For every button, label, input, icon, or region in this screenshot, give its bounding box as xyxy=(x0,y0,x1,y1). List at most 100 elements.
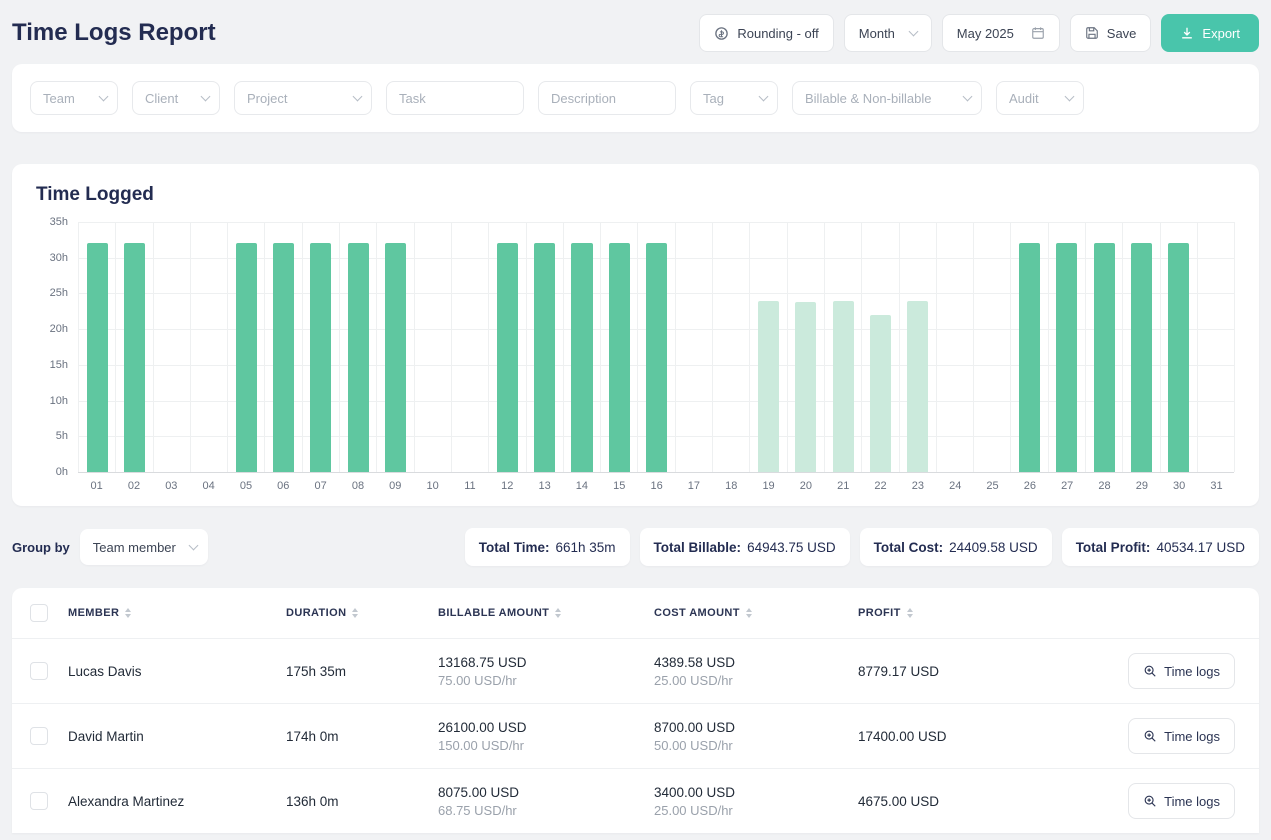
chart-y-labels: 35h 30h 25h 20h 15h 10h 5h 0h xyxy=(36,216,78,478)
time-logged-card: Time Logged 35h 30h 25h 20h 15h 10h 5h 0h 01 02 0… xyxy=(12,164,1259,506)
x-tick-label: 01 xyxy=(90,480,103,492)
rounding-icon xyxy=(714,26,729,41)
duration-header-label: DURATION xyxy=(286,607,347,619)
download-icon xyxy=(1180,26,1194,40)
chart-bar xyxy=(347,243,369,472)
date-picker[interactable]: May 2025 xyxy=(941,14,1060,52)
row-checkbox[interactable] xyxy=(30,662,48,680)
chart-column xyxy=(712,222,749,472)
chart-column xyxy=(1196,222,1234,472)
total-cost-label: Total Cost: xyxy=(873,539,944,555)
chart-column xyxy=(525,222,563,472)
project-filter-label: Project xyxy=(247,90,288,106)
period-label: Month xyxy=(858,25,895,41)
x-tick-label: 17 xyxy=(687,480,701,492)
chart-column xyxy=(973,222,1010,472)
chart-column xyxy=(898,222,936,472)
chart-bar xyxy=(907,300,929,472)
x-tick-label: 09 xyxy=(389,480,402,492)
sort-icon[interactable] xyxy=(555,608,562,619)
chart-bar xyxy=(1019,243,1041,472)
cost-amount: 8700.00 USD xyxy=(654,719,736,735)
x-tick-label: 27 xyxy=(1061,480,1074,492)
save-button[interactable]: Save xyxy=(1069,14,1152,52)
chart-column xyxy=(227,222,264,472)
billable-amount: 26100.00 USD xyxy=(438,719,527,735)
team-filter[interactable]: Team xyxy=(30,81,118,115)
row-checkbox[interactable] xyxy=(30,792,48,810)
chart-column xyxy=(674,222,712,472)
chart-column xyxy=(1159,222,1197,472)
total-billable-value: 64943.75 USD xyxy=(747,539,836,555)
sort-icon[interactable] xyxy=(906,608,913,619)
x-tick-label: 28 xyxy=(1098,480,1111,492)
x-tick-label: 13 xyxy=(538,480,551,492)
chevron-down-icon xyxy=(188,540,199,550)
save-icon xyxy=(1085,26,1099,40)
chart-column xyxy=(935,222,973,472)
x-tick-label: 08 xyxy=(351,480,365,492)
select-all-checkbox[interactable] xyxy=(30,604,48,622)
member-column-header[interactable]: MEMBER xyxy=(60,588,278,639)
save-label: Save xyxy=(1106,25,1137,41)
group-by-select[interactable]: Team member xyxy=(79,529,208,565)
x-tick-label: 25 xyxy=(986,480,999,492)
x-tick-label: 29 xyxy=(1135,480,1148,492)
chart-bar xyxy=(757,300,780,472)
chart-column xyxy=(78,222,115,472)
client-filter-label: Client xyxy=(145,90,179,106)
audit-filter[interactable]: Audit xyxy=(996,81,1084,115)
client-filter[interactable]: Client xyxy=(132,81,220,115)
x-tick-label: 11 xyxy=(464,480,476,492)
totals: Total Time: 661h 35m Total Billable: 649… xyxy=(464,528,1259,566)
sort-icon[interactable] xyxy=(352,608,359,619)
project-filter[interactable]: Project xyxy=(234,81,372,115)
chart-bar xyxy=(273,243,295,472)
group-by-value: Team member xyxy=(92,539,176,555)
member-name: Alexandra Martinez xyxy=(68,793,185,809)
x-tick-label: 05 xyxy=(239,480,253,492)
export-label: Export xyxy=(1202,25,1240,41)
chart-column xyxy=(488,222,525,472)
billable-column-header[interactable]: BILLABLE AMOUNT xyxy=(430,588,646,639)
rounding-button[interactable]: Rounding - off xyxy=(699,14,834,52)
sort-icon[interactable] xyxy=(745,608,752,619)
page-title: Time Logs Report xyxy=(12,19,216,46)
description-input[interactable] xyxy=(538,81,676,115)
duration-column-header[interactable]: DURATION xyxy=(278,588,430,639)
table-row: Alexandra Martinez 136h 0m 8075.00 USD 68.7… xyxy=(12,768,1259,833)
chart-bar xyxy=(795,302,817,472)
chart-bar xyxy=(123,243,145,472)
time-logs-button[interactable]: Time logs xyxy=(1128,718,1235,754)
time-logs-button[interactable]: Time logs xyxy=(1128,653,1235,689)
chart-x-labels: 01 02 03 04 05 06 07 08 09 10 11 12 13 14 15 16 17 18 19 20… xyxy=(78,472,1235,492)
chart-column xyxy=(861,222,898,472)
tag-filter[interactable]: Tag xyxy=(690,81,778,115)
y-tick-label: 20h xyxy=(49,323,68,336)
x-tick-label: 15 xyxy=(613,480,626,492)
export-button[interactable]: Export xyxy=(1161,14,1259,52)
time-logs-label: Time logs xyxy=(1164,728,1220,744)
billable-filter[interactable]: Billable & Non-billable xyxy=(792,81,982,115)
total-cost-value: 24409.58 USD xyxy=(949,539,1038,555)
row-checkbox[interactable] xyxy=(30,727,48,745)
profit-column-header[interactable]: PROFIT xyxy=(850,588,1086,639)
chart-column xyxy=(562,222,600,472)
billable-rate: 150.00 USD/hr xyxy=(438,737,524,753)
x-tick-label: 22 xyxy=(874,480,887,492)
chart-bar xyxy=(496,243,518,472)
sort-icon[interactable] xyxy=(125,608,132,619)
total-billable-stat: Total Billable: 64943.75 USD xyxy=(639,528,850,566)
total-profit-stat: Total Profit: 40534.17 USD xyxy=(1061,528,1259,566)
x-tick-label: 18 xyxy=(725,480,738,492)
y-tick-label: 5h xyxy=(55,430,68,443)
chart-column xyxy=(301,222,339,472)
chart-column xyxy=(600,222,637,472)
task-input[interactable] xyxy=(386,81,524,115)
period-select[interactable]: Month xyxy=(843,14,932,52)
cost-column-header[interactable]: COST AMOUNT xyxy=(646,588,850,639)
duration-value: 175h 35m xyxy=(286,663,347,679)
time-logs-button[interactable]: Time logs xyxy=(1128,783,1235,819)
billable-rate: 75.00 USD/hr xyxy=(438,672,517,688)
table-row: Lucas Davis 175h 35m 13168.75 USD 75.00 USD… xyxy=(12,638,1259,704)
